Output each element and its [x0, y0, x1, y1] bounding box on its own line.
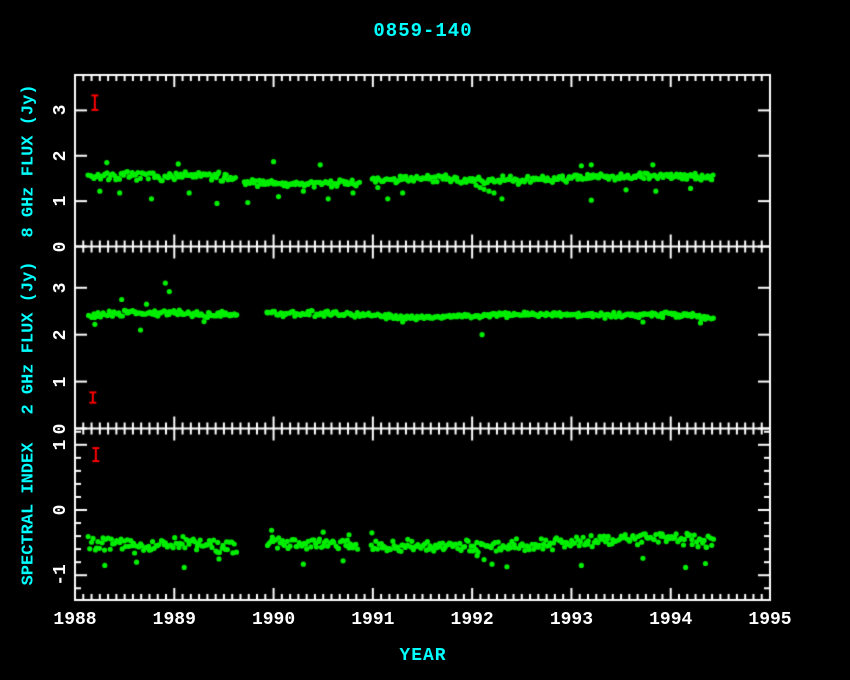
- y-axis-label-8ghz: 8 GHz FLUX (Jy): [20, 84, 39, 237]
- y-tick-label: 0: [51, 241, 71, 252]
- y-tick-label: 3: [51, 282, 71, 293]
- y-tick-label: -1: [51, 564, 71, 586]
- x-tick-label: 1994: [649, 610, 692, 630]
- x-tick-label: 1991: [351, 610, 394, 630]
- plot-figure: 0859-140 8 GHz FLUX (Jy) 2 GHz FLUX (Jy)…: [0, 0, 850, 680]
- y-axis-label-spectral-index: SPECTRAL INDEX: [20, 443, 39, 586]
- y-axis-label-2ghz: 2 GHz FLUX (Jy): [20, 261, 39, 414]
- x-tick-label: 1990: [252, 610, 295, 630]
- y-tick-label: 2: [51, 329, 71, 340]
- x-axis-label: YEAR: [399, 646, 446, 666]
- y-tick-label: 3: [51, 105, 71, 116]
- y-tick-label: 2: [51, 150, 71, 161]
- plot-title: 0859-140: [373, 20, 472, 42]
- y-tick-label: 1: [51, 439, 71, 450]
- y-tick-label: 0: [51, 423, 71, 434]
- y-tick-label: 0: [51, 505, 71, 516]
- y-tick-label: 1: [51, 376, 71, 387]
- x-tick-label: 1993: [550, 610, 593, 630]
- x-tick-label: 1992: [451, 610, 494, 630]
- plot-canvas: [0, 0, 850, 680]
- x-tick-label: 1989: [153, 610, 196, 630]
- x-tick-label: 1995: [748, 610, 791, 630]
- y-tick-label: 1: [51, 196, 71, 207]
- x-tick-label: 1988: [53, 610, 96, 630]
